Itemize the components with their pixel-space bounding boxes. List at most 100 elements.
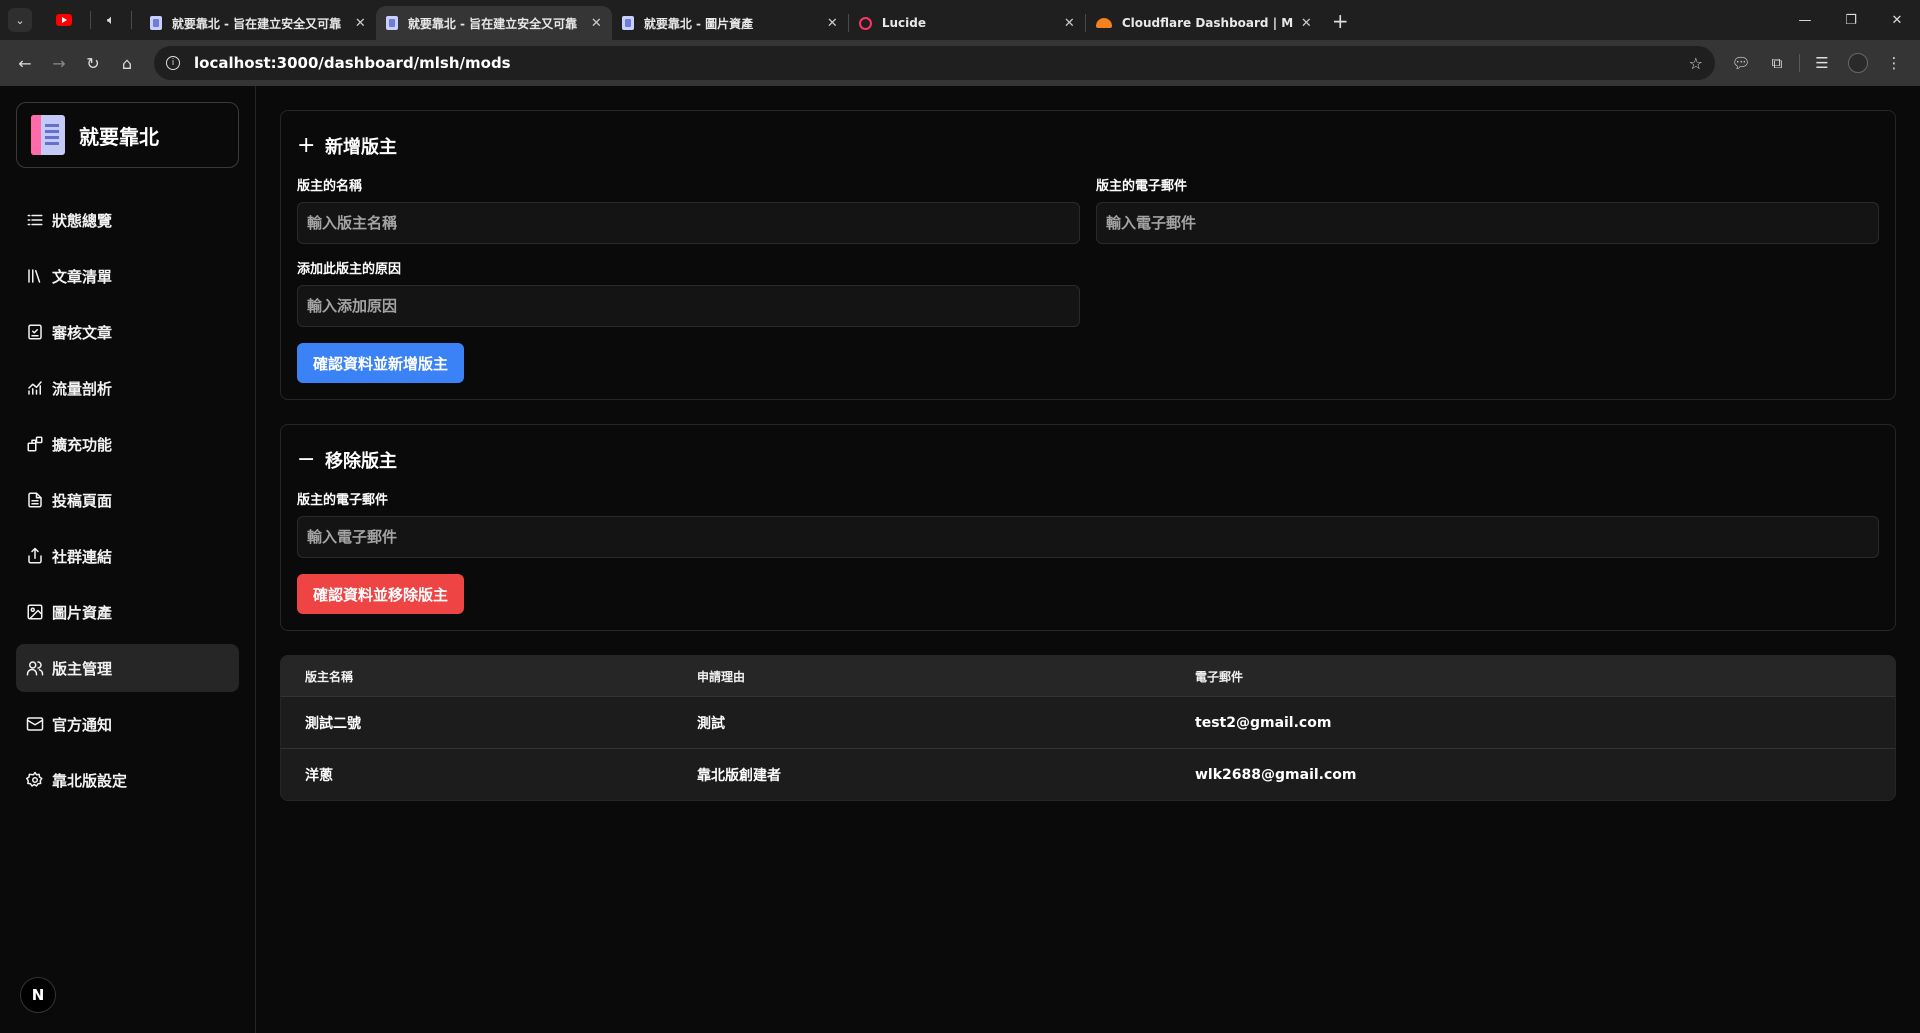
remove-email-input[interactable] xyxy=(297,516,1879,558)
sidebar-item-label: 圖片資產 xyxy=(52,603,113,622)
cell-name: 測試二號 xyxy=(305,715,361,732)
extension-chat-icon[interactable]: 💬︎ xyxy=(1723,54,1759,72)
cell-email: wlk2688@gmail.com xyxy=(1195,766,1357,783)
sidebar-item-label: 擴充功能 xyxy=(52,435,113,454)
audio-tab-icon[interactable]: 🔈︎ xyxy=(107,13,115,28)
site-info-icon[interactable]: i xyxy=(166,56,180,70)
sidebar-item-label: 靠北版設定 xyxy=(52,771,128,790)
brand-card[interactable]: 就要靠北 xyxy=(16,102,239,168)
minimize-icon[interactable]: — xyxy=(1782,0,1828,40)
sidebar-item-posts[interactable]: 文章清單 xyxy=(16,252,239,300)
tab-close-icon[interactable]: ✕ xyxy=(1301,16,1312,31)
settings-icon xyxy=(26,771,44,789)
list-icon xyxy=(26,211,44,229)
table-row[interactable]: 測試二號 測試 test2@gmail.com xyxy=(281,696,1895,748)
add-moderator-title-text: 新增版主 xyxy=(325,137,397,158)
remove-email-label: 版主的電子郵件 xyxy=(297,493,389,508)
tab-separator xyxy=(90,11,91,29)
add-reason-field: 添加此版主的原因 xyxy=(297,258,1080,327)
moderator-email-input[interactable] xyxy=(1096,202,1879,244)
profile-avatar-icon[interactable] xyxy=(1848,53,1868,73)
brand-logo-icon xyxy=(31,115,65,155)
brand-name: 就要靠北 xyxy=(79,124,159,149)
app-root: 就要靠北 狀態總覽 文章清單 審核文章 流量剖析 擴充功能 投稿頁面 社群連結 … xyxy=(0,86,1920,1033)
sidebar-item-label: 版主管理 xyxy=(52,659,113,678)
sidebar-item-submit-page[interactable]: 投稿頁面 xyxy=(16,476,239,524)
library-icon xyxy=(26,267,44,285)
table-row[interactable]: 洋蔥 靠北版創建者 wlk2688@gmail.com xyxy=(281,748,1895,800)
tab-separator xyxy=(130,11,132,29)
remove-email-field: 版主的電子郵件 xyxy=(297,489,1879,558)
moderator-email-field: 版主的電子郵件 xyxy=(1096,175,1879,244)
reading-list-icon[interactable]: ☰ xyxy=(1804,54,1840,72)
tab-close-icon[interactable]: ✕ xyxy=(1064,16,1075,31)
browser-tab-active[interactable]: 就要靠北 - 旨在建立安全又可靠 ✕ xyxy=(375,6,612,40)
sidebar-item-analytics[interactable]: 流量剖析 xyxy=(16,364,239,412)
tab-close-icon[interactable]: ✕ xyxy=(355,16,366,31)
tab-close-icon[interactable]: ✕ xyxy=(827,16,838,31)
reload-icon[interactable]: ↻ xyxy=(76,46,110,80)
app-favicon-icon xyxy=(385,16,398,30)
moderator-name-input[interactable] xyxy=(297,202,1080,244)
main-content: + 新增版主 版主的名稱 版主的電子郵件 添加此版主的原因 確認資料並新增版主 xyxy=(256,86,1920,1033)
youtube-pinned-tab-icon[interactable] xyxy=(56,14,72,26)
browser-menu-icon[interactable]: ⋮ xyxy=(1876,54,1912,72)
cell-reason: 靠北版創建者 xyxy=(697,767,781,784)
browser-tab[interactable]: Cloudflare Dashboard | Ma ✕ xyxy=(1086,6,1322,40)
users-icon xyxy=(26,659,44,677)
home-icon[interactable]: ⌂ xyxy=(110,46,144,80)
lucide-favicon-icon xyxy=(858,16,872,30)
address-bar[interactable]: i localhost:3000/dashboard/mlsh/mods ☆ xyxy=(154,46,1715,80)
file-text-icon xyxy=(26,491,44,509)
sidebar-item-label: 社群連結 xyxy=(52,547,113,566)
remove-moderator-button[interactable]: 確認資料並移除版主 xyxy=(297,574,465,614)
browser-tab[interactable]: 就要靠北 - 旨在建立安全又可靠 ✕ xyxy=(140,6,376,40)
browser-tab[interactable]: Lucide ✕ xyxy=(849,6,1085,40)
tab-close-icon[interactable]: ✕ xyxy=(591,16,602,31)
mail-icon xyxy=(26,715,44,733)
url-text[interactable]: localhost:3000/dashboard/mlsh/mods xyxy=(194,54,1689,72)
remove-moderator-card: − 移除版主 版主的電子郵件 確認資料並移除版主 xyxy=(280,424,1896,631)
sidebar-item-overview[interactable]: 狀態總覽 xyxy=(16,196,239,244)
add-reason-label: 添加此版主的原因 xyxy=(297,262,402,277)
sidebar-item-label: 狀態總覽 xyxy=(52,211,113,230)
column-header-reason: 申請理由 xyxy=(697,669,746,684)
add-moderator-title: + 新增版主 xyxy=(297,133,1879,159)
cell-reason: 測試 xyxy=(697,715,725,732)
sidebar-item-review[interactable]: 審核文章 xyxy=(16,308,239,356)
sidebar-item-label: 流量剖析 xyxy=(52,379,113,398)
app-favicon-icon xyxy=(621,16,634,30)
sidebar-item-images[interactable]: 圖片資產 xyxy=(16,588,239,636)
sidebar-item-label: 審核文章 xyxy=(52,323,113,342)
moderators-table: 版主名稱 申請理由 電子郵件 測試二號 測試 test2@gmail.com 洋… xyxy=(280,655,1896,801)
restore-icon[interactable]: ❐ xyxy=(1828,0,1874,40)
blocks-icon xyxy=(26,435,44,453)
sidebar-item-social[interactable]: 社群連結 xyxy=(16,532,239,580)
nextjs-dev-badge[interactable]: N xyxy=(20,977,56,1013)
tab-title: 就要靠北 - 旨在建立安全又可靠 xyxy=(171,16,342,31)
browser-toolbar: ← → ↻ ⌂ i localhost:3000/dashboard/mlsh/… xyxy=(0,40,1920,86)
forward-icon[interactable]: → xyxy=(42,46,76,80)
tab-search-button[interactable]: ⌄ xyxy=(8,8,32,32)
sidebar-item-extensions[interactable]: 擴充功能 xyxy=(16,420,239,468)
browser-tab[interactable]: 就要靠北 - 圖片資產 ✕ xyxy=(612,6,848,40)
back-icon[interactable]: ← xyxy=(8,46,42,80)
minus-icon: − xyxy=(297,447,316,472)
cloudflare-favicon-icon xyxy=(1095,18,1112,28)
add-moderator-button[interactable]: 確認資料並新增版主 xyxy=(297,343,465,383)
tab-title: 就要靠北 - 圖片資產 xyxy=(643,16,754,31)
window-close-icon[interactable]: ✕ xyxy=(1874,0,1920,40)
sidebar-item-settings[interactable]: 靠北版設定 xyxy=(16,756,239,804)
new-tab-icon[interactable]: + xyxy=(1332,9,1349,33)
extensions-puzzle-icon[interactable]: ⧉ xyxy=(1759,54,1795,72)
tab-title: 就要靠北 - 旨在建立安全又可靠 xyxy=(407,16,578,31)
bookmark-star-icon[interactable]: ☆ xyxy=(1689,54,1703,73)
remove-moderator-title: − 移除版主 xyxy=(297,447,1879,473)
toolbar-separator xyxy=(1799,54,1800,72)
sidebar-item-label: 文章清單 xyxy=(52,267,113,286)
add-reason-input[interactable] xyxy=(297,285,1080,327)
sidebar-item-notifications[interactable]: 官方通知 xyxy=(16,700,239,748)
share-icon xyxy=(26,547,44,565)
column-header-name: 版主名稱 xyxy=(305,669,354,684)
sidebar-item-moderators[interactable]: 版主管理 xyxy=(16,644,239,692)
